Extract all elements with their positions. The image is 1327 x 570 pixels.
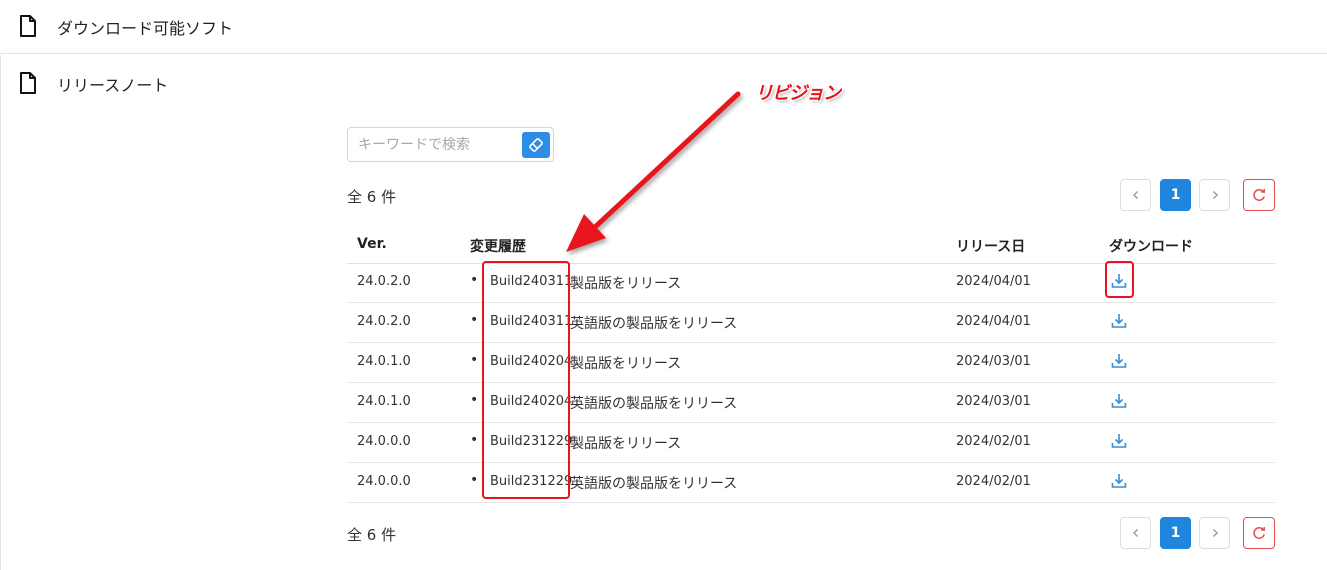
- bullet: •: [470, 312, 479, 328]
- prev-page-button[interactable]: [1120, 179, 1151, 211]
- bullet: •: [470, 432, 479, 448]
- download-icon[interactable]: [1109, 311, 1129, 331]
- page-button-current[interactable]: 1: [1160, 517, 1191, 549]
- header-history: 変更履歴: [470, 239, 526, 255]
- reload-icon: [1253, 189, 1265, 201]
- reload-button[interactable]: [1243, 179, 1275, 211]
- chevron-left-icon: [1132, 529, 1138, 537]
- document-icon: [20, 15, 36, 37]
- date-cell: 2024/02/01: [956, 434, 1031, 449]
- download-icon[interactable]: [1109, 431, 1129, 451]
- page-button-current[interactable]: 1: [1160, 179, 1191, 211]
- header-release-date: リリース日: [956, 239, 1026, 255]
- nav-label-download-software: ダウンロード可能ソフト: [57, 19, 234, 38]
- chevron-right-icon: [1212, 529, 1218, 537]
- chevron-left-icon: [1132, 191, 1138, 199]
- date-cell: 2024/04/01: [956, 274, 1031, 289]
- version-cell: 24.0.2.0: [357, 314, 411, 329]
- download-icon[interactable]: [1109, 351, 1129, 371]
- chevron-right-icon: [1212, 191, 1218, 199]
- version-cell: 24.0.1.0: [357, 394, 411, 409]
- date-cell: 2024/03/01: [956, 394, 1031, 409]
- panel-border: [0, 55, 1, 570]
- next-page-button[interactable]: [1199, 517, 1230, 549]
- version-cell: 24.0.0.0: [357, 434, 411, 449]
- description-cell: 製品版をリリース: [570, 276, 682, 292]
- download-icon[interactable]: [1109, 471, 1129, 491]
- search-clear-button[interactable]: [522, 132, 550, 158]
- description-cell: 英語版の製品版をリリース: [570, 396, 738, 412]
- version-cell: 24.0.0.0: [357, 474, 411, 489]
- annotation-highlight-download: [1105, 261, 1134, 298]
- bullet: •: [470, 472, 479, 488]
- search-input[interactable]: [358, 135, 518, 155]
- description-cell: 英語版の製品版をリリース: [570, 476, 738, 492]
- date-cell: 2024/03/01: [956, 354, 1031, 369]
- nav-label-release-notes: リリースノート: [57, 76, 169, 95]
- reload-icon: [1253, 527, 1265, 539]
- description-cell: 製品版をリリース: [570, 356, 682, 372]
- bullet: •: [470, 352, 479, 368]
- download-icon[interactable]: [1109, 391, 1129, 411]
- prev-page-button[interactable]: [1120, 517, 1151, 549]
- eraser-icon: [529, 138, 543, 152]
- header-version: Ver.: [357, 236, 387, 252]
- result-count-bottom: 全 6 件: [347, 526, 397, 544]
- version-cell: 24.0.2.0: [357, 274, 411, 289]
- bullet: •: [470, 392, 479, 408]
- header-download: ダウンロード: [1109, 239, 1193, 255]
- next-page-button[interactable]: [1199, 179, 1230, 211]
- pagination: 1: [1120, 179, 1276, 211]
- annotation-label: リビジョン: [755, 83, 841, 104]
- nav-item-download-software[interactable]: ダウンロード可能ソフト: [0, 0, 1327, 54]
- document-icon: [20, 72, 36, 94]
- search-box: [347, 127, 554, 162]
- nav-item-release-notes[interactable]: リリースノート: [0, 55, 1327, 107]
- annotation-highlight-builds: [482, 261, 570, 499]
- pagination-bottom: 1: [1120, 517, 1276, 549]
- reload-button[interactable]: [1243, 517, 1275, 549]
- bullet: •: [470, 272, 479, 288]
- description-cell: 製品版をリリース: [570, 436, 682, 452]
- date-cell: 2024/02/01: [956, 474, 1031, 489]
- description-cell: 英語版の製品版をリリース: [570, 316, 738, 332]
- date-cell: 2024/04/01: [956, 314, 1031, 329]
- version-cell: 24.0.1.0: [357, 354, 411, 369]
- result-count: 全 6 件: [347, 188, 397, 206]
